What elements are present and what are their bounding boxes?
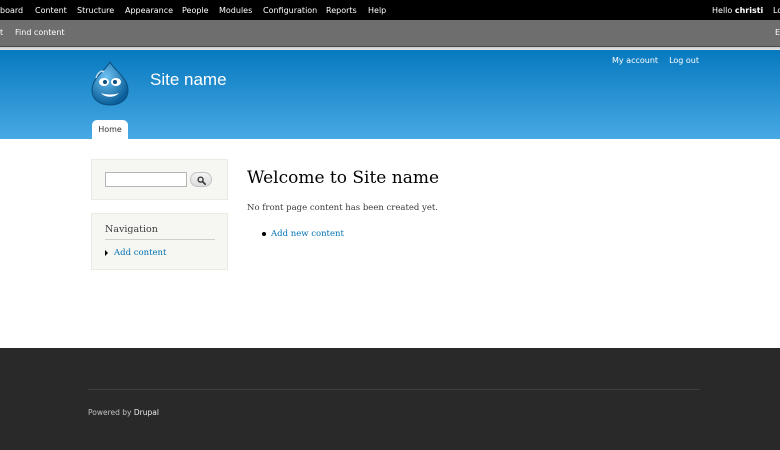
powered-by-label: Powered by	[88, 408, 132, 417]
my-account-link[interactable]: My account	[612, 56, 658, 65]
toolbar-item-content[interactable]: Content	[35, 6, 67, 15]
arrow-right-icon	[105, 249, 108, 256]
shortcut-edit-link[interactable]: E	[775, 28, 780, 37]
search-button[interactable]	[190, 172, 212, 187]
admin-toolbar: board Content Structure Appearance Peopl…	[0, 0, 780, 20]
add-new-content-link[interactable]: Add new content	[262, 229, 344, 239]
toolbar-item-dashboard[interactable]: board	[0, 6, 23, 15]
secondary-menu: My account Log out	[612, 56, 699, 65]
toolbar-logout-link[interactable]: Lo	[773, 6, 780, 15]
drupal-link[interactable]: Drupal	[134, 408, 159, 417]
bullet-icon	[262, 231, 266, 236]
front-page-message: No front page content has been created y…	[247, 203, 438, 213]
toolbar-item-structure[interactable]: Structure	[77, 6, 114, 15]
drupal-drop-logo-icon[interactable]	[90, 60, 130, 106]
hello-label: Hello	[712, 6, 733, 15]
powered-by: Powered by Drupal	[88, 408, 159, 417]
navigation-block: Navigation Add content	[91, 213, 228, 270]
site-header: Site name My account Log out Home	[0, 50, 780, 139]
toolbar-item-people[interactable]: People	[182, 6, 209, 15]
search-icon	[197, 176, 206, 185]
toolbar-item-configuration[interactable]: Configuration	[263, 6, 317, 15]
username-link[interactable]: christi	[735, 6, 763, 15]
shortcut-find-content[interactable]: Find content	[15, 28, 65, 37]
shortcut-add-content[interactable]: t	[0, 28, 3, 37]
toolbar-item-modules[interactable]: Modules	[219, 6, 252, 15]
footer-divider	[88, 389, 700, 390]
page-title: Welcome to Site name	[247, 168, 440, 188]
site-name-link[interactable]: Site name	[150, 70, 227, 90]
toolbar-item-reports[interactable]: Reports	[326, 6, 357, 15]
log-out-link[interactable]: Log out	[669, 56, 699, 65]
search-block	[91, 159, 228, 200]
site-footer: Powered by Drupal	[0, 348, 780, 450]
tab-home[interactable]: Home	[92, 120, 128, 139]
user-greeting: Hello christi	[712, 6, 763, 15]
toolbar-item-appearance[interactable]: Appearance	[125, 6, 173, 15]
nav-item-add-content[interactable]: Add content	[105, 248, 166, 258]
navigation-title: Navigation	[105, 224, 215, 240]
search-input[interactable]	[105, 172, 187, 187]
shortcut-bar: t Find content E	[0, 20, 780, 47]
toolbar-item-help[interactable]: Help	[368, 6, 386, 15]
nav-item-label: Add content	[114, 248, 167, 258]
add-new-content-label: Add new content	[271, 229, 344, 239]
